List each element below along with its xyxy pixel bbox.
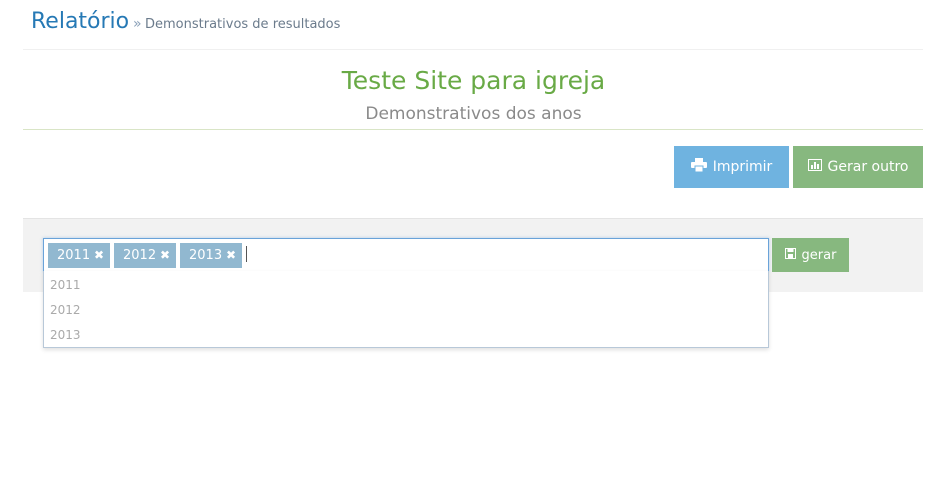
generate-button-label: gerar: [801, 247, 837, 263]
year-tag-label: 2013: [189, 248, 223, 263]
generate-button[interactable]: gerar: [772, 238, 849, 272]
print-button-label: Imprimir: [712, 159, 773, 175]
page-title: Relatório: [31, 9, 130, 34]
save-icon: [784, 247, 802, 263]
year-tag: 2011 ✖: [48, 243, 110, 268]
year-tag-label: 2012: [123, 248, 157, 263]
printer-icon: [690, 158, 713, 176]
generate-other-button[interactable]: Gerar outro: [793, 146, 923, 188]
print-button[interactable]: Imprimir: [674, 146, 789, 188]
generate-other-button-label: Gerar outro: [827, 159, 909, 175]
report-title: Teste Site para igreja: [341, 66, 606, 95]
page-header: Relatório » Demonstrativos de resultados: [23, 0, 923, 50]
bar-chart-icon: [807, 159, 828, 175]
year-tag: 2013 ✖: [180, 243, 242, 268]
year-tag-input[interactable]: 2011 ✖ 2012 ✖ 2013 ✖: [43, 238, 769, 272]
year-dropdown: 2011 2012 2013: [43, 271, 769, 348]
year-tag: 2012 ✖: [114, 243, 176, 268]
report-subtitle: Demonstrativos dos anos: [365, 104, 582, 124]
year-tag-label: 2011: [57, 248, 91, 263]
close-icon[interactable]: ✖: [226, 248, 236, 262]
title-divider: [23, 129, 923, 130]
close-icon[interactable]: ✖: [160, 248, 170, 262]
dropdown-option[interactable]: 2012: [50, 303, 81, 317]
breadcrumb: Demonstrativos de resultados: [145, 17, 341, 32]
breadcrumb-separator: »: [133, 16, 142, 32]
dropdown-option[interactable]: 2013: [50, 328, 81, 342]
close-icon[interactable]: ✖: [94, 248, 104, 262]
dropdown-option[interactable]: 2011: [50, 278, 81, 292]
text-cursor: [246, 246, 247, 262]
